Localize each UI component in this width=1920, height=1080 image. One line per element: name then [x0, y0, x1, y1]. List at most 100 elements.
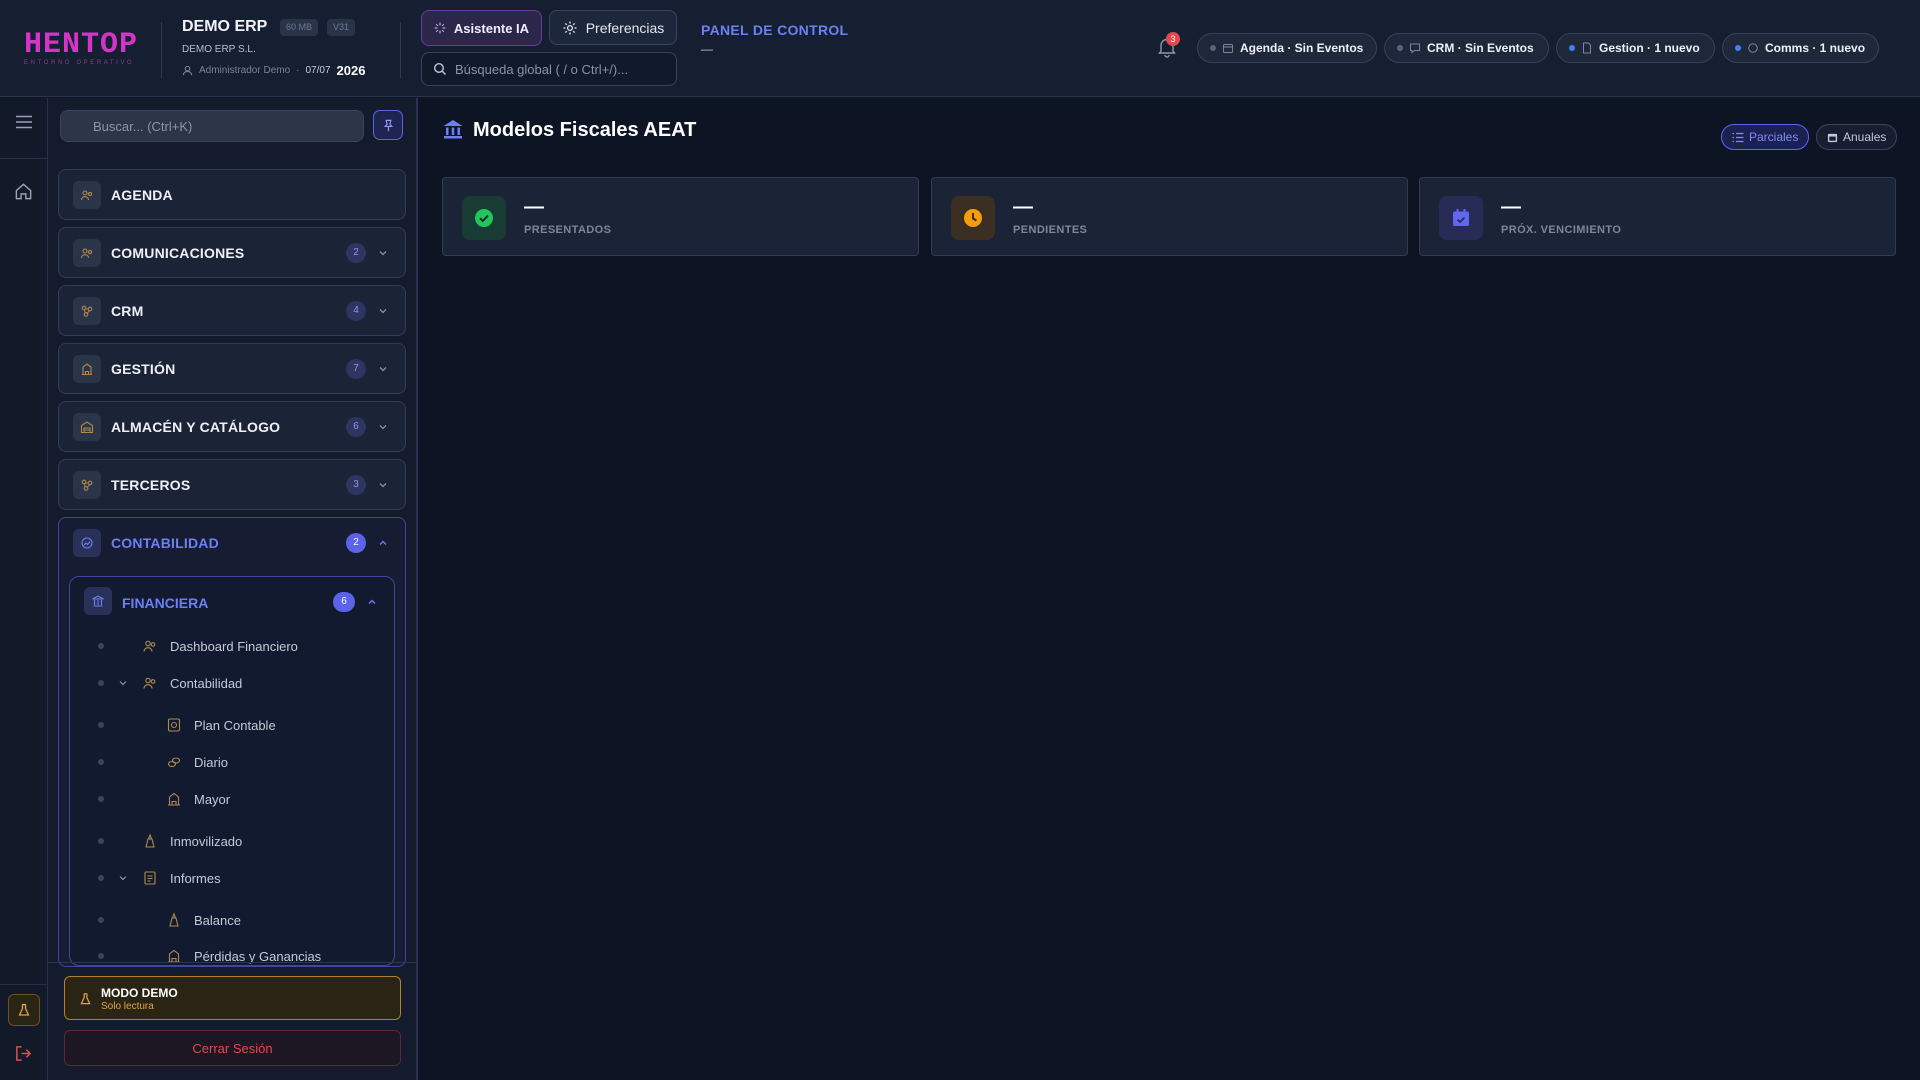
toggle-anuales[interactable]: Anuales — [1816, 124, 1898, 150]
status-chip-agenda[interactable]: Agenda · Sin Eventos — [1197, 33, 1377, 63]
demo-mode-icon-button[interactable] — [8, 994, 40, 1026]
terceros-section-icon — [73, 471, 101, 499]
nav-item-dashboard-financiero[interactable]: Dashboard Financiero — [70, 631, 394, 661]
sidebar-section-terceros[interactable]: TERCEROS 3 — [58, 459, 406, 510]
sidebar-section-agenda[interactable]: AGENDA — [58, 169, 406, 220]
gear-icon — [563, 21, 577, 34]
asset-icon — [169, 912, 179, 927]
sidebar-search[interactable] — [60, 110, 364, 142]
search-icon — [433, 62, 446, 75]
subsection-label[interactable]: FINANCIERA — [122, 595, 208, 611]
main-content: Modelos Fiscales AEAT Parciales Anuales … — [420, 98, 1920, 1080]
check-circle-icon — [475, 209, 493, 227]
kpi-icon-wrapper — [951, 196, 995, 240]
divider — [400, 22, 401, 78]
demo-mode-subtitle: Solo lectura — [101, 1001, 154, 1012]
pin-button[interactable] — [373, 110, 403, 140]
nav-bullet — [98, 759, 104, 765]
notification-badge: 3 — [1166, 32, 1180, 46]
version-tag: V31 — [327, 19, 356, 36]
status-chip-gestion[interactable]: Gestion · 1 nuevo — [1556, 33, 1715, 63]
network-icon — [81, 479, 93, 491]
nav-item-balance[interactable]: Balance — [70, 905, 394, 935]
people-icon — [80, 248, 93, 259]
flask-icon — [18, 1003, 30, 1016]
toggle-anuales-label: Anuales — [1843, 130, 1887, 144]
toggle-parciales[interactable]: Parciales — [1721, 124, 1810, 150]
status-dot — [1397, 45, 1403, 51]
status-dot — [1569, 45, 1575, 51]
global-search[interactable] — [421, 52, 677, 86]
nav-item-label: Informes — [170, 870, 221, 886]
current-date: 07/07 — [305, 65, 331, 76]
kpi-value: — — [1013, 196, 1033, 218]
chevron-up-icon — [379, 540, 387, 545]
nav-bullet — [98, 917, 104, 923]
chevron-down-icon[interactable] — [118, 873, 128, 883]
chevron-down-icon — [379, 366, 387, 371]
nav-bullet — [98, 838, 104, 844]
nav-bullet — [98, 722, 104, 728]
building-icon — [82, 363, 92, 376]
agenda-section-icon — [73, 181, 101, 209]
crm-section-icon — [73, 297, 101, 325]
ai-assistant-button[interactable]: Asistente IA — [421, 10, 542, 46]
section-label: GESTIÓN — [111, 360, 176, 377]
gestion-section-icon — [73, 355, 101, 383]
separator-dot: · — [296, 65, 300, 76]
chevron-up-icon[interactable] — [366, 596, 378, 608]
kpi-value: — — [1501, 196, 1521, 218]
kpi-icon-wrapper — [462, 196, 506, 240]
status-chip-label: CRM · Sin Eventos — [1427, 41, 1534, 55]
nav-item-label: Contabilidad — [170, 675, 243, 691]
panel-subtitle: — — [701, 42, 713, 56]
status-chip-crm[interactable]: CRM · Sin Eventos — [1384, 33, 1549, 63]
nav-item-mayor[interactable]: Mayor — [70, 784, 394, 814]
sidebar-section-contabilidad[interactable]: CONTABILIDAD 2 FINANCIERA 6 Dashboard Fi… — [58, 517, 406, 967]
current-year: 2026 — [336, 63, 366, 78]
chevron-down-icon[interactable] — [118, 678, 128, 688]
pin-icon — [383, 119, 393, 131]
people-icon — [143, 640, 156, 652]
sidebar-search-input[interactable] — [93, 118, 343, 134]
section-label: ALMACÉN Y CATÁLOGO — [111, 418, 281, 435]
panel-title[interactable]: PANEL DE CONTROL — [701, 22, 848, 38]
kpi-icon-wrapper — [1439, 196, 1483, 240]
ai-assistant-label: Asistente IA — [453, 20, 530, 36]
global-search-input[interactable] — [455, 61, 665, 77]
chevron-down-icon — [379, 482, 387, 487]
nav-item-contabilidad[interactable]: Contabilidad — [70, 668, 394, 698]
app-logo[interactable]: HENTOP ENTORNO OPERATIVO — [24, 30, 142, 66]
subsection-financiera: FINANCIERA 6 Dashboard Financiero Contab… — [69, 576, 395, 966]
kpi-label: PENDIENTES — [1013, 224, 1088, 236]
section-label: TERCEROS — [111, 476, 191, 493]
sidebar-section-crm[interactable]: CRM 4 — [58, 285, 406, 336]
calendar-icon — [1223, 44, 1233, 53]
chat-icon — [1748, 43, 1758, 53]
almacen-section-icon — [73, 413, 101, 441]
nav-item-label: Inmovilizado — [170, 833, 243, 849]
nav-item-diario[interactable]: Diario — [70, 747, 394, 777]
warehouse-icon — [80, 421, 94, 434]
nav-item-informes[interactable]: Informes — [70, 863, 394, 893]
icon-rail — [0, 98, 48, 1080]
sidebar-section-almacen[interactable]: ALMACÉN Y CATÁLOGO 6 — [58, 401, 406, 452]
preferences-button[interactable]: Preferencias — [549, 10, 677, 45]
status-chip-comms[interactable]: Comms · 1 nuevo — [1722, 33, 1879, 63]
calendar-check-icon — [1453, 209, 1469, 226]
nav-item-plan-contable[interactable]: Plan Contable — [70, 710, 394, 740]
section-label: COMUNICACIONES — [111, 244, 245, 261]
sidebar-section-comunicaciones[interactable]: COMUNICACIONES 2 — [58, 227, 406, 278]
nav-item-inmovilizado[interactable]: Inmovilizado — [70, 826, 394, 856]
asset-icon — [145, 833, 155, 848]
menu-icon[interactable] — [15, 115, 33, 129]
comunicaciones-section-icon — [73, 239, 101, 267]
status-dot — [1735, 45, 1741, 51]
logout-button[interactable]: Cerrar Sesión — [64, 1030, 401, 1066]
logout-icon[interactable] — [14, 1044, 33, 1063]
status-chip-label: Gestion · 1 nuevo — [1599, 41, 1700, 55]
nav-item-label: Mayor — [194, 791, 231, 807]
sidebar-section-gestion[interactable]: GESTIÓN 7 — [58, 343, 406, 394]
home-icon[interactable] — [14, 182, 33, 201]
preferences-label: Preferencias — [585, 19, 665, 36]
